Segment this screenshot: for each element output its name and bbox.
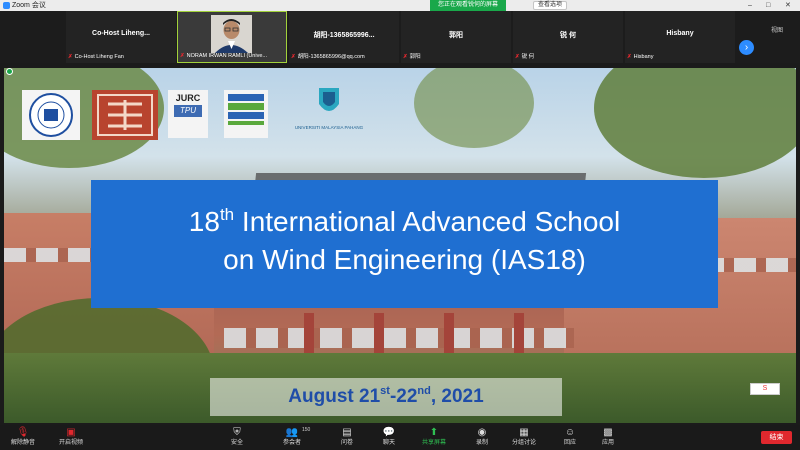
participant-tile[interactable]: 锐 何 ✗ 锐 何 bbox=[513, 11, 623, 63]
window-title: Zoom 会议 bbox=[12, 2, 46, 9]
share-screen-icon: ⬆ bbox=[429, 427, 439, 438]
mic-muted-icon: 🎙 bbox=[16, 427, 30, 438]
participant-label: ✗ 郭阳 bbox=[403, 54, 421, 60]
apps-button[interactable]: ▩ 应用 bbox=[586, 427, 630, 447]
chat-icon: 💬 bbox=[382, 427, 396, 438]
maximize-button[interactable]: □ bbox=[766, 0, 770, 11]
tree-foliage bbox=[594, 68, 796, 178]
security-button[interactable]: ⛨ 安全 bbox=[215, 427, 259, 447]
mic-muted-icon: ✗ bbox=[291, 54, 296, 60]
share-indicator-icon bbox=[6, 68, 13, 75]
participant-label: ✗ Hisbany bbox=[627, 54, 654, 60]
zoom-window: Zoom 会议 您正在观看锐何的屏幕 查看选项 – □ ✕ Co-Host Li… bbox=[0, 0, 800, 450]
mic-muted-icon: ✗ bbox=[627, 54, 632, 60]
tree-foliage bbox=[414, 68, 534, 148]
share-banner: 您正在观看锐何的屏幕 bbox=[430, 0, 507, 11]
participant-video-tile[interactable]: ✗ NORAM IRWAN RAMLI (Unive... bbox=[177, 11, 287, 63]
participant-tile[interactable]: Co-Host Liheng... ✗ Co-Host Liheng Fan bbox=[66, 11, 176, 63]
chat-button[interactable]: 💬 聊天 bbox=[367, 427, 411, 447]
slide-title: 18th International Advanced School on Wi… bbox=[91, 180, 718, 308]
apps-icon: ▩ bbox=[603, 427, 613, 438]
participant-label: ✗ Co-Host Liheng Fan bbox=[68, 54, 124, 60]
participant-name: Hisbany bbox=[666, 30, 694, 37]
shared-screen: JURC TPU UNIVERSITI MALAYSIA PAHANG 18th… bbox=[4, 68, 796, 423]
participant-label: ✗ 锐 何 bbox=[515, 54, 535, 60]
view-toggle[interactable]: 视图 bbox=[771, 25, 783, 34]
participant-tile[interactable]: 胡阳-1365865996... ✗ 胡阳-1365865996@qq.com bbox=[289, 11, 399, 63]
ump-logo: UNIVERSITI MALAYSIA PAHANG bbox=[289, 86, 369, 140]
record-button[interactable]: ◉ 录制 bbox=[460, 427, 504, 447]
video-off-icon: ▣ bbox=[66, 427, 76, 438]
view-options-button[interactable]: 查看选项 bbox=[533, 1, 568, 10]
mic-muted-icon: ✗ bbox=[403, 54, 408, 60]
mic-muted-icon: ✗ bbox=[515, 54, 520, 60]
participant-count: 150 bbox=[302, 427, 311, 433]
title-line-1: 18th International Advanced School bbox=[188, 205, 621, 237]
slide-date: August 21st-22nd, 2021 bbox=[210, 378, 562, 416]
ime-badge[interactable]: S bbox=[750, 383, 780, 395]
zoom-logo-icon bbox=[3, 2, 10, 9]
breakout-rooms-button[interactable]: ▦ 分组讨论 bbox=[502, 427, 546, 447]
unmute-button[interactable]: 🎙 解除静音 bbox=[1, 427, 45, 447]
participant-video bbox=[211, 15, 252, 53]
mic-muted-icon: ✗ bbox=[68, 54, 73, 60]
share-screen-button[interactable]: ⬆ 共享屏幕 bbox=[412, 427, 456, 447]
polls-button[interactable]: ▤ 问卷 bbox=[325, 427, 369, 447]
participant-name: 锐 何 bbox=[560, 32, 576, 39]
jurc-tpu-logo: JURC TPU bbox=[168, 90, 208, 138]
participant-label: ✗ 胡阳-1365865996@qq.com bbox=[291, 54, 365, 60]
qa-icon: ▤ bbox=[342, 427, 352, 438]
end-meeting-button[interactable]: 结束 bbox=[761, 431, 792, 444]
participant-label: ✗ NORAM IRWAN RAMLI (Unive... bbox=[180, 53, 267, 59]
university-seal-logo bbox=[22, 90, 80, 140]
close-button[interactable]: ✕ bbox=[785, 0, 791, 11]
chinese-seal-logo bbox=[92, 90, 158, 140]
participant-strip: Co-Host Liheng... ✗ Co-Host Liheng Fan ✗ N… bbox=[0, 11, 800, 63]
chevron-right-icon[interactable]: › bbox=[739, 40, 754, 55]
stripes-logo bbox=[224, 90, 268, 138]
participant-name: Co-Host Liheng... bbox=[92, 30, 150, 37]
minimize-button[interactable]: – bbox=[748, 0, 752, 11]
participant-name: 胡阳-1365865996... bbox=[313, 32, 375, 39]
meeting-toolbar: 🎙 解除静音 ▣ 开启视频 ⛨ 安全 👥 参会者 150 ▤ 问卷 💬 聊天 ⬆… bbox=[0, 425, 800, 450]
security-icon: ⛨ bbox=[233, 427, 241, 438]
title-line-2: on Wind Engineering (IAS18) bbox=[223, 244, 586, 275]
start-video-button[interactable]: ▣ 开启视频 bbox=[49, 427, 93, 447]
record-icon: ◉ bbox=[477, 427, 487, 438]
participant-name: 郭阳 bbox=[449, 32, 463, 39]
participant-tile[interactable]: Hisbany ✗ Hisbany bbox=[625, 11, 735, 63]
participant-tile[interactable]: 郭阳 ✗ 郭阳 bbox=[401, 11, 511, 63]
title-bar: Zoom 会议 您正在观看锐何的屏幕 查看选项 – □ ✕ bbox=[0, 0, 800, 11]
breakout-icon: ▦ bbox=[519, 427, 529, 438]
mic-muted-icon: ✗ bbox=[180, 53, 185, 59]
